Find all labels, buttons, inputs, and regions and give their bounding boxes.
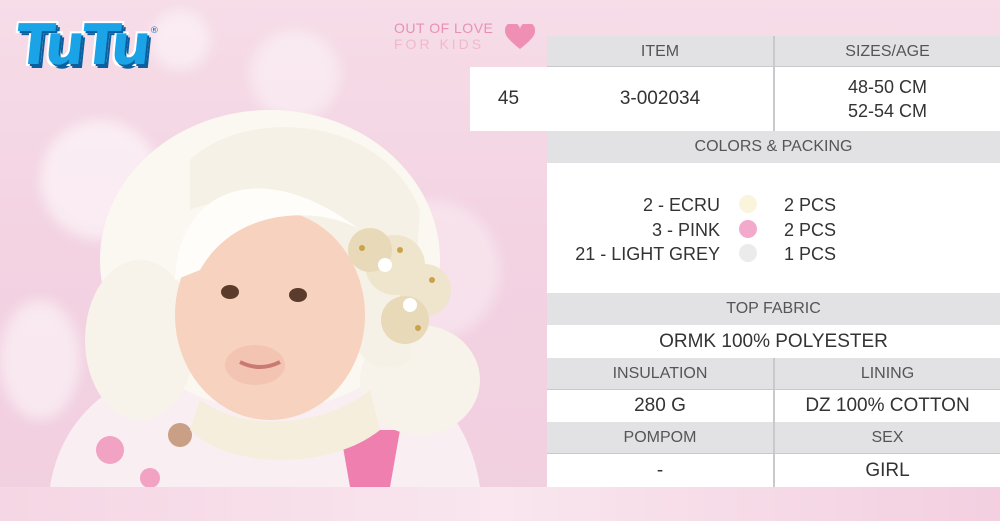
sex-value: GIRL	[775, 454, 1000, 487]
sizes-value: 48-50 CM 52-54 CM	[775, 67, 1000, 131]
slogan-line-2: FOR KIDS	[394, 36, 485, 52]
color-names: 2 - ECRU 3 - PINK 21 - LIGHT GREY	[565, 193, 720, 267]
sizes-header: SIZES/AGE	[775, 36, 1000, 67]
row-divider	[547, 389, 1000, 390]
slogan: OUT OF LOVE FOR KIDS	[394, 20, 493, 52]
top-fabric-value: ORMK 100% POLYESTER	[547, 325, 1000, 358]
bottom-stripe	[0, 487, 1000, 521]
swatch-light-grey	[739, 244, 757, 262]
color-quantities: 2 PCS 2 PCS 1 PCS	[784, 193, 836, 267]
lining-header: LINING	[775, 358, 1000, 390]
item-value: 3-002034	[547, 67, 773, 131]
top-fabric-header: TOP FABRIC	[547, 293, 1000, 325]
insulation-value: 280 G	[547, 390, 773, 422]
slogan-line-1: OUT OF LOVE	[394, 20, 494, 36]
color-name: 3 - PINK	[651, 219, 720, 240]
row-divider	[547, 453, 1000, 454]
size-2: 52-54 CM	[847, 101, 928, 121]
row-divider	[547, 66, 1000, 67]
logo-text: TuTu	[12, 13, 152, 78]
column-divider	[773, 36, 775, 131]
color-qty: 1 PCS	[784, 244, 837, 264]
colors-header: COLORS & PACKING	[547, 131, 1000, 163]
heart-icon	[505, 24, 535, 49]
pompom-header: POMPOM	[547, 422, 773, 454]
product-number: 45	[470, 67, 547, 131]
background-bokeh	[150, 10, 210, 70]
color-name: 2 - ECRU	[642, 195, 720, 215]
color-name: 21 - LIGHT GREY	[575, 244, 720, 264]
swatch-pink	[739, 219, 757, 238]
item-header: ITEM	[547, 36, 773, 67]
color-qty: 2 PCS	[784, 195, 837, 215]
color-qty: 2 PCS	[784, 219, 837, 240]
column-divider	[773, 358, 775, 487]
swatch-ecru	[739, 195, 757, 213]
brand-logo: TuTu ®	[12, 13, 159, 78]
size-1: 48-50 CM	[847, 77, 928, 97]
insulation-header: INSULATION	[547, 358, 773, 390]
colors-packing-box: 2 - ECRU 3 - PINK 21 - LIGHT GREY 2 PCS …	[547, 163, 1000, 293]
lining-value: DZ 100% COTTON	[775, 390, 1000, 422]
registered-mark: ®	[149, 26, 159, 36]
pompom-value: -	[547, 454, 773, 487]
baby-photo	[50, 110, 480, 487]
color-swatches	[739, 195, 757, 269]
sex-header: SEX	[775, 422, 1000, 454]
